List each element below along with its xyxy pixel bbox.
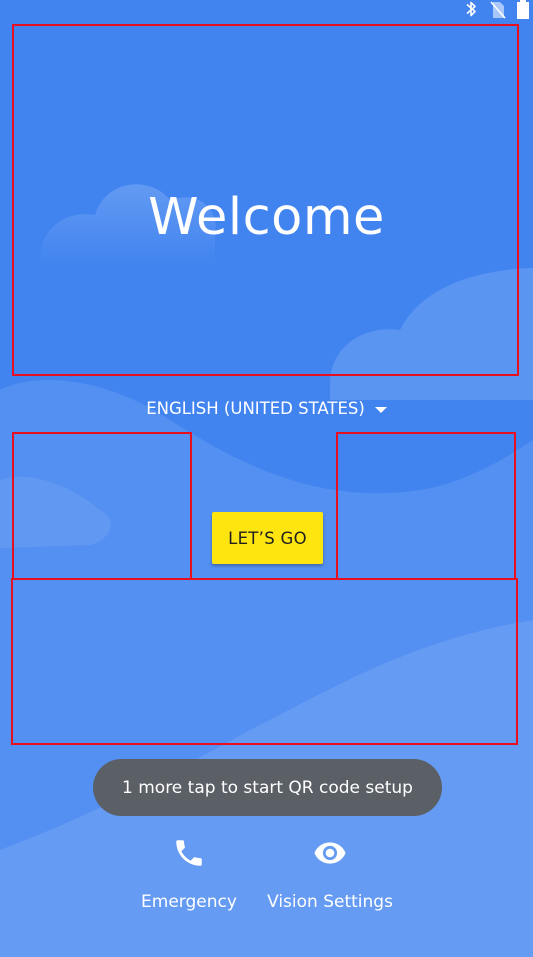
status-bar	[0, 0, 533, 24]
dropdown-caret-icon	[374, 407, 387, 413]
toast-text: 1 more tap to start QR code setup	[122, 777, 413, 798]
phone-icon	[176, 840, 202, 866]
annotation-box-middle-left	[12, 432, 192, 580]
emergency-button[interactable]: Emergency	[132, 832, 246, 920]
vision-settings-button[interactable]: Vision Settings	[258, 832, 402, 920]
lets-go-button[interactable]: LET’S GO	[212, 512, 323, 564]
language-selector[interactable]: ENGLISH (UNITED STATES)	[0, 396, 533, 422]
annotation-box-middle-right	[336, 432, 516, 580]
battery-icon	[517, 0, 529, 19]
annotation-box-bottom	[11, 578, 518, 745]
eye-icon	[314, 842, 346, 864]
emergency-label: Emergency	[141, 892, 237, 912]
welcome-title: Welcome	[148, 188, 385, 247]
bluetooth-icon	[466, 1, 476, 17]
no-sim-icon	[490, 1, 506, 19]
toast-message: 1 more tap to start QR code setup	[93, 759, 442, 816]
language-selected-label: ENGLISH (UNITED STATES)	[146, 399, 365, 418]
vision-settings-label: Vision Settings	[267, 892, 393, 912]
